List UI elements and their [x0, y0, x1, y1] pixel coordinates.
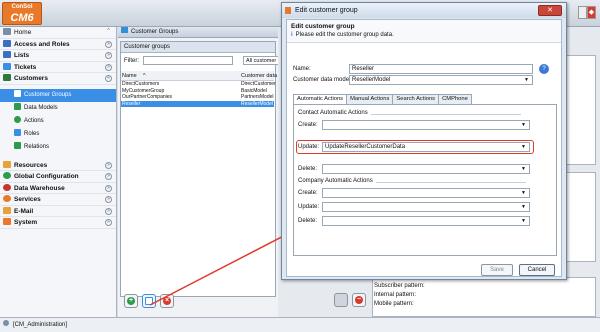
contact-create-label: Create:	[298, 122, 318, 128]
contact-group-title: Contact Automatic Actions	[298, 110, 520, 116]
chevron-down-icon: ▼	[521, 190, 526, 196]
contact-update-label: Update:	[298, 144, 320, 150]
contact-delete-label: Delete:	[298, 166, 318, 172]
chevron-down-icon: ▼	[521, 166, 526, 172]
company-create-label: Create:	[298, 190, 318, 196]
contact-create-select[interactable]: ▼	[322, 120, 530, 130]
name-label: Name:	[293, 66, 311, 72]
chevron-down-icon: ▼	[521, 144, 526, 150]
dialog-titlebar: Edit customer group ✕	[282, 3, 566, 18]
company-delete-select[interactable]: ▼	[322, 216, 530, 226]
contact-delete-select[interactable]: ▼	[322, 164, 530, 174]
tab-panel: Contact Automatic Actions Create: ▼ Upda…	[293, 104, 557, 256]
company-create-select[interactable]: ▼	[322, 188, 530, 198]
dialog-header-info: i Please edit the customer group data.	[291, 32, 557, 38]
dialog-title: Edit customer group	[295, 7, 358, 14]
tab-cmphone[interactable]: CMPhone	[438, 94, 472, 104]
tab-automatic-actions[interactable]: Automatic Actions	[293, 94, 348, 104]
cancel-button[interactable]: Cancel	[519, 264, 555, 276]
dialog-header: Edit customer group i Please edit the cus…	[287, 20, 561, 43]
model-select[interactable]: ResellerModel ▼	[349, 75, 533, 85]
model-select-value: ResellerModel	[352, 77, 391, 83]
dialog-info-text: Please edit the customer group data.	[295, 32, 394, 38]
dialog-body: Edit customer group i Please edit the cus…	[286, 19, 562, 277]
dialog-header-title: Edit customer group	[291, 23, 355, 30]
chevron-down-icon: ▼	[521, 122, 526, 128]
company-group-title: Company Automatic Actions	[298, 178, 525, 184]
save-button[interactable]: Save	[481, 264, 513, 276]
dialog-tabs: Automatic Actions Manual Actions Search Ac…	[293, 94, 472, 104]
company-update-select[interactable]: ▼	[322, 202, 530, 212]
model-label: Customer data model:	[293, 77, 353, 83]
chevron-down-icon: ▼	[521, 218, 526, 224]
company-delete-label: Delete:	[298, 218, 318, 224]
dialog-icon	[285, 7, 291, 14]
info-icon: i	[291, 32, 293, 38]
close-button[interactable]: ✕	[538, 5, 562, 16]
help-icon[interactable]: ?	[539, 64, 549, 74]
name-input[interactable]: Reseller	[349, 64, 533, 74]
chevron-down-icon: ▼	[521, 204, 526, 210]
tab-search-actions[interactable]: Search Actions	[392, 94, 440, 104]
edit-dialog: Edit customer group ✕ Edit customer group…	[281, 2, 567, 280]
tab-manual-actions[interactable]: Manual Actions	[346, 94, 394, 104]
chevron-down-icon: ▼	[524, 77, 529, 83]
contact-update-value: UpdateResellerCustomerData	[325, 144, 406, 150]
company-update-label: Update:	[298, 204, 320, 210]
contact-update-select[interactable]: UpdateResellerCustomerData ▼	[322, 142, 530, 152]
